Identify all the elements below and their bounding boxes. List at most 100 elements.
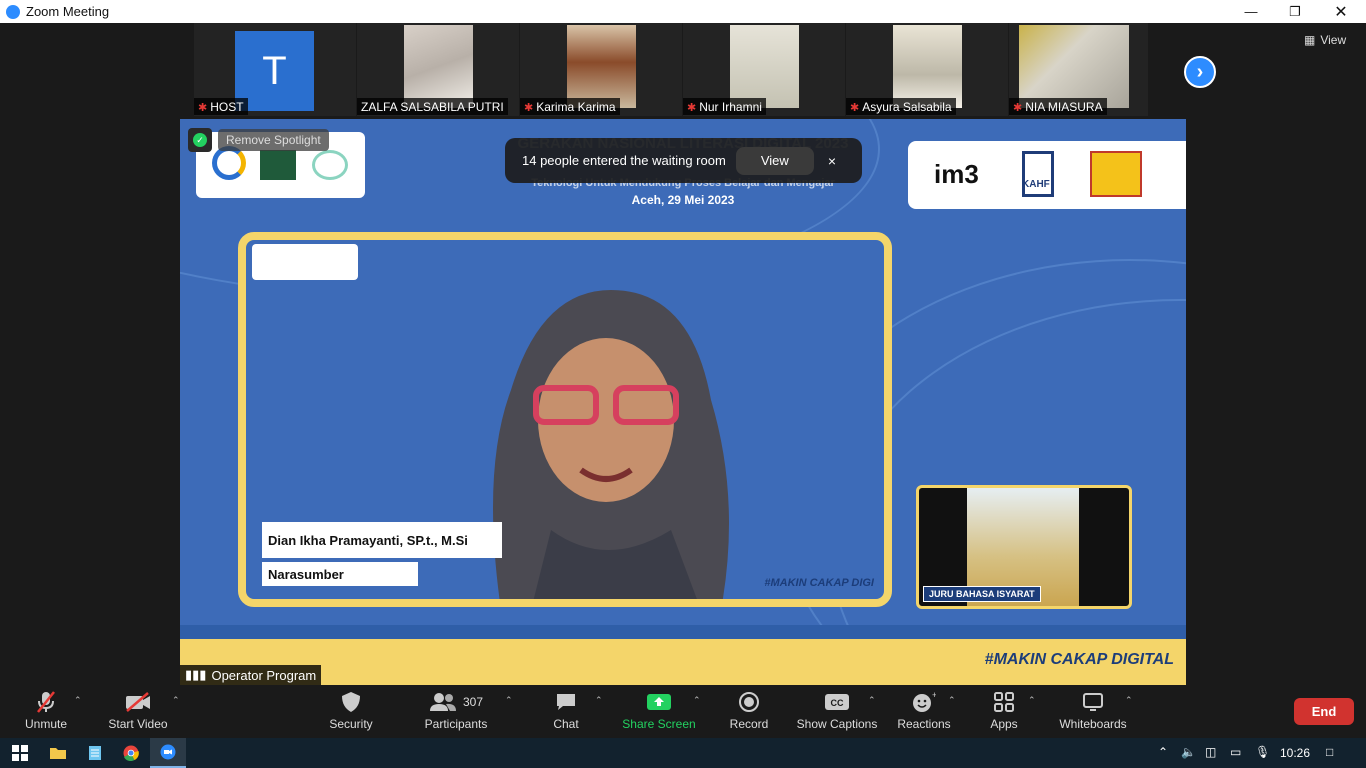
hashtag-small: #MAKIN CAKAP DIGI: [764, 577, 874, 589]
reactions-options-caret[interactable]: ⌃: [948, 695, 956, 706]
security-button[interactable]: Security: [326, 687, 376, 738]
end-meeting-button[interactable]: End: [1294, 698, 1354, 725]
title-bar: Zoom Meeting — ❐ ✕: [0, 0, 1366, 23]
band-decoration: [180, 625, 1186, 639]
show-hidden-icons-button[interactable]: ⌃: [1158, 745, 1168, 759]
muted-mic-icon: ✱: [850, 101, 860, 114]
whiteboards-button[interactable]: Whiteboards: [1058, 687, 1128, 738]
volume-muted-icon[interactable]: 🔈: [1181, 745, 1196, 759]
apps-options-caret[interactable]: ⌃: [1028, 695, 1036, 706]
hashtag-band: #MAKIN CAKAP DIGITAL: [180, 639, 1186, 685]
participant-tile[interactable]: ✱ Asyura Salsabila: [846, 23, 1009, 116]
record-button[interactable]: Record: [728, 687, 770, 738]
participant-name: ✱ HOST: [194, 98, 248, 115]
chat-options-caret[interactable]: ⌃: [595, 695, 603, 706]
encryption-badge[interactable]: ✓: [188, 128, 212, 152]
video-options-caret[interactable]: ⌃: [172, 695, 180, 706]
audio-options-caret[interactable]: ⌃: [74, 695, 82, 706]
notepad-icon: [89, 746, 101, 760]
participant-tile[interactable]: T ✱ HOST: [194, 23, 357, 116]
speaker-frame: Dian Ikha Pramayanti, SP.t., M.Si Narasu…: [238, 232, 892, 607]
view-waiting-room-button[interactable]: View: [735, 146, 814, 175]
microphone-tray-icon[interactable]: 🎙: [1255, 745, 1270, 759]
whiteboards-options-caret[interactable]: ⌃: [1125, 695, 1133, 706]
participant-tile[interactable]: ✱ NIA MIASURA: [1009, 23, 1149, 116]
participant-name: ✱ Asyura Salsabila: [846, 98, 956, 115]
participants-button[interactable]: 307 Participants: [422, 687, 490, 738]
participant-name: ✱ Karima Karima: [520, 98, 620, 115]
sign-language-video: JURU BAHASA ISYARAT: [916, 485, 1132, 609]
muted-mic-icon: ✱: [687, 101, 697, 114]
folder-icon: [50, 748, 66, 759]
captions-icon: CC: [824, 687, 850, 717]
restore-button[interactable]: ❐: [1272, 0, 1318, 23]
windows-taskbar: ⌃ 🔈 ◫ ▭ 🎙 10:26 □: [0, 738, 1366, 768]
participants-icon: [429, 693, 456, 711]
siberkreasi-icon: [312, 150, 348, 180]
close-notification-button[interactable]: ×: [828, 153, 836, 169]
participant-tile[interactable]: ✱ Nur Irhamni: [683, 23, 846, 116]
share-screen-button[interactable]: Share Screen: [622, 687, 696, 738]
start-button[interactable]: [2, 738, 38, 768]
notepad-button[interactable]: [77, 738, 113, 768]
spotlight-controls: ✓ Remove Spotlight: [188, 128, 329, 152]
participant-video: [567, 25, 636, 108]
remove-spotlight-button[interactable]: Remove Spotlight: [218, 129, 329, 151]
file-explorer-button[interactable]: [40, 738, 76, 768]
speaker-role: Narasumber: [262, 562, 418, 586]
muted-mic-icon: ✱: [1013, 101, 1023, 114]
participant-tile[interactable]: ✱ Karima Karima: [520, 23, 683, 116]
svg-text:CC: CC: [831, 698, 844, 708]
participant-name: ✱ NIA MIASURA: [1009, 98, 1107, 115]
aceh-crest-icon: [1090, 151, 1142, 197]
battery-icon[interactable]: ▭: [1230, 745, 1241, 759]
svg-text:+: +: [932, 691, 936, 700]
participant-name: ✱ Nur Irhamni: [683, 98, 766, 115]
unmute-button[interactable]: Unmute: [20, 687, 72, 738]
participants-options-caret[interactable]: ⌃: [505, 695, 513, 706]
shield-check-icon: ✓: [193, 133, 207, 147]
im3-logo: im3: [934, 159, 979, 189]
reactions-icon: +: [912, 687, 936, 717]
spotlight-video: GERAKAN NASIONAL LITERASI DIGITAL 2023 T…: [180, 119, 1186, 685]
speaker-name: Dian Ikha Pramayanti, SP.t., M.Si: [262, 522, 502, 558]
sponsor-logos: im3 KAHF: [908, 141, 1186, 209]
record-icon: [738, 687, 760, 717]
shield-icon: [341, 687, 361, 717]
participant-video: [730, 25, 799, 108]
apps-button[interactable]: Apps: [984, 687, 1024, 738]
mini-logo: [252, 244, 358, 280]
participant-video: [893, 25, 962, 108]
network-icon[interactable]: ◫: [1205, 745, 1216, 759]
captions-options-caret[interactable]: ⌃: [868, 695, 876, 706]
reactions-button[interactable]: + Reactions: [896, 687, 952, 738]
whiteboard-icon: [1082, 687, 1104, 717]
zoom-logo-icon: [6, 4, 20, 19]
active-speaker-name: ▮▮▮ Operator Program: [180, 665, 322, 685]
share-options-caret[interactable]: ⌃: [693, 695, 701, 706]
close-button[interactable]: ✕: [1318, 0, 1364, 23]
start-video-button[interactable]: Start Video: [106, 687, 170, 738]
grid-view-icon: ▦: [1304, 33, 1316, 47]
windows-logo-icon: [12, 745, 28, 761]
minimize-button[interactable]: —: [1228, 0, 1274, 23]
action-center-icon[interactable]: □: [1326, 745, 1333, 759]
show-captions-button[interactable]: CC Show Captions: [796, 687, 878, 738]
signal-bars-icon: ▮▮▮: [185, 667, 207, 682]
share-screen-icon: [646, 687, 672, 717]
next-page-button[interactable]: ›: [1184, 56, 1216, 88]
participant-video: [1019, 25, 1129, 108]
chrome-button[interactable]: [113, 738, 149, 768]
meeting-stage: T ✱ HOST ZALFA SALSABILA PUTRI ✱ Karima Ka…: [0, 23, 1366, 687]
window-title: Zoom Meeting: [26, 4, 110, 19]
chat-icon: [555, 687, 577, 717]
notification-text: 14 people entered the waiting room: [522, 153, 726, 168]
kahf-label: KAHF: [1022, 179, 1050, 190]
participant-count: 307: [462, 695, 484, 709]
view-button[interactable]: ▦ View: [1304, 33, 1346, 47]
zoom-taskbar-button[interactable]: [150, 738, 186, 768]
clock[interactable]: 10:26: [1280, 746, 1310, 760]
participant-tile[interactable]: ZALFA SALSABILA PUTRI: [357, 23, 520, 116]
muted-mic-icon: ✱: [524, 101, 534, 114]
chat-button[interactable]: Chat: [546, 687, 586, 738]
